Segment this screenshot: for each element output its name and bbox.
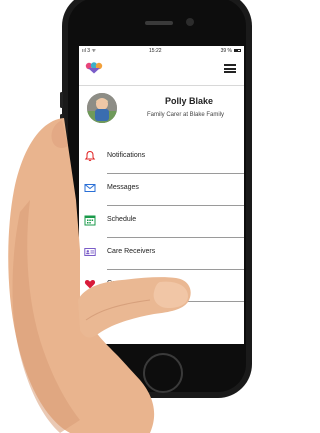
hand-illustration <box>8 118 191 433</box>
